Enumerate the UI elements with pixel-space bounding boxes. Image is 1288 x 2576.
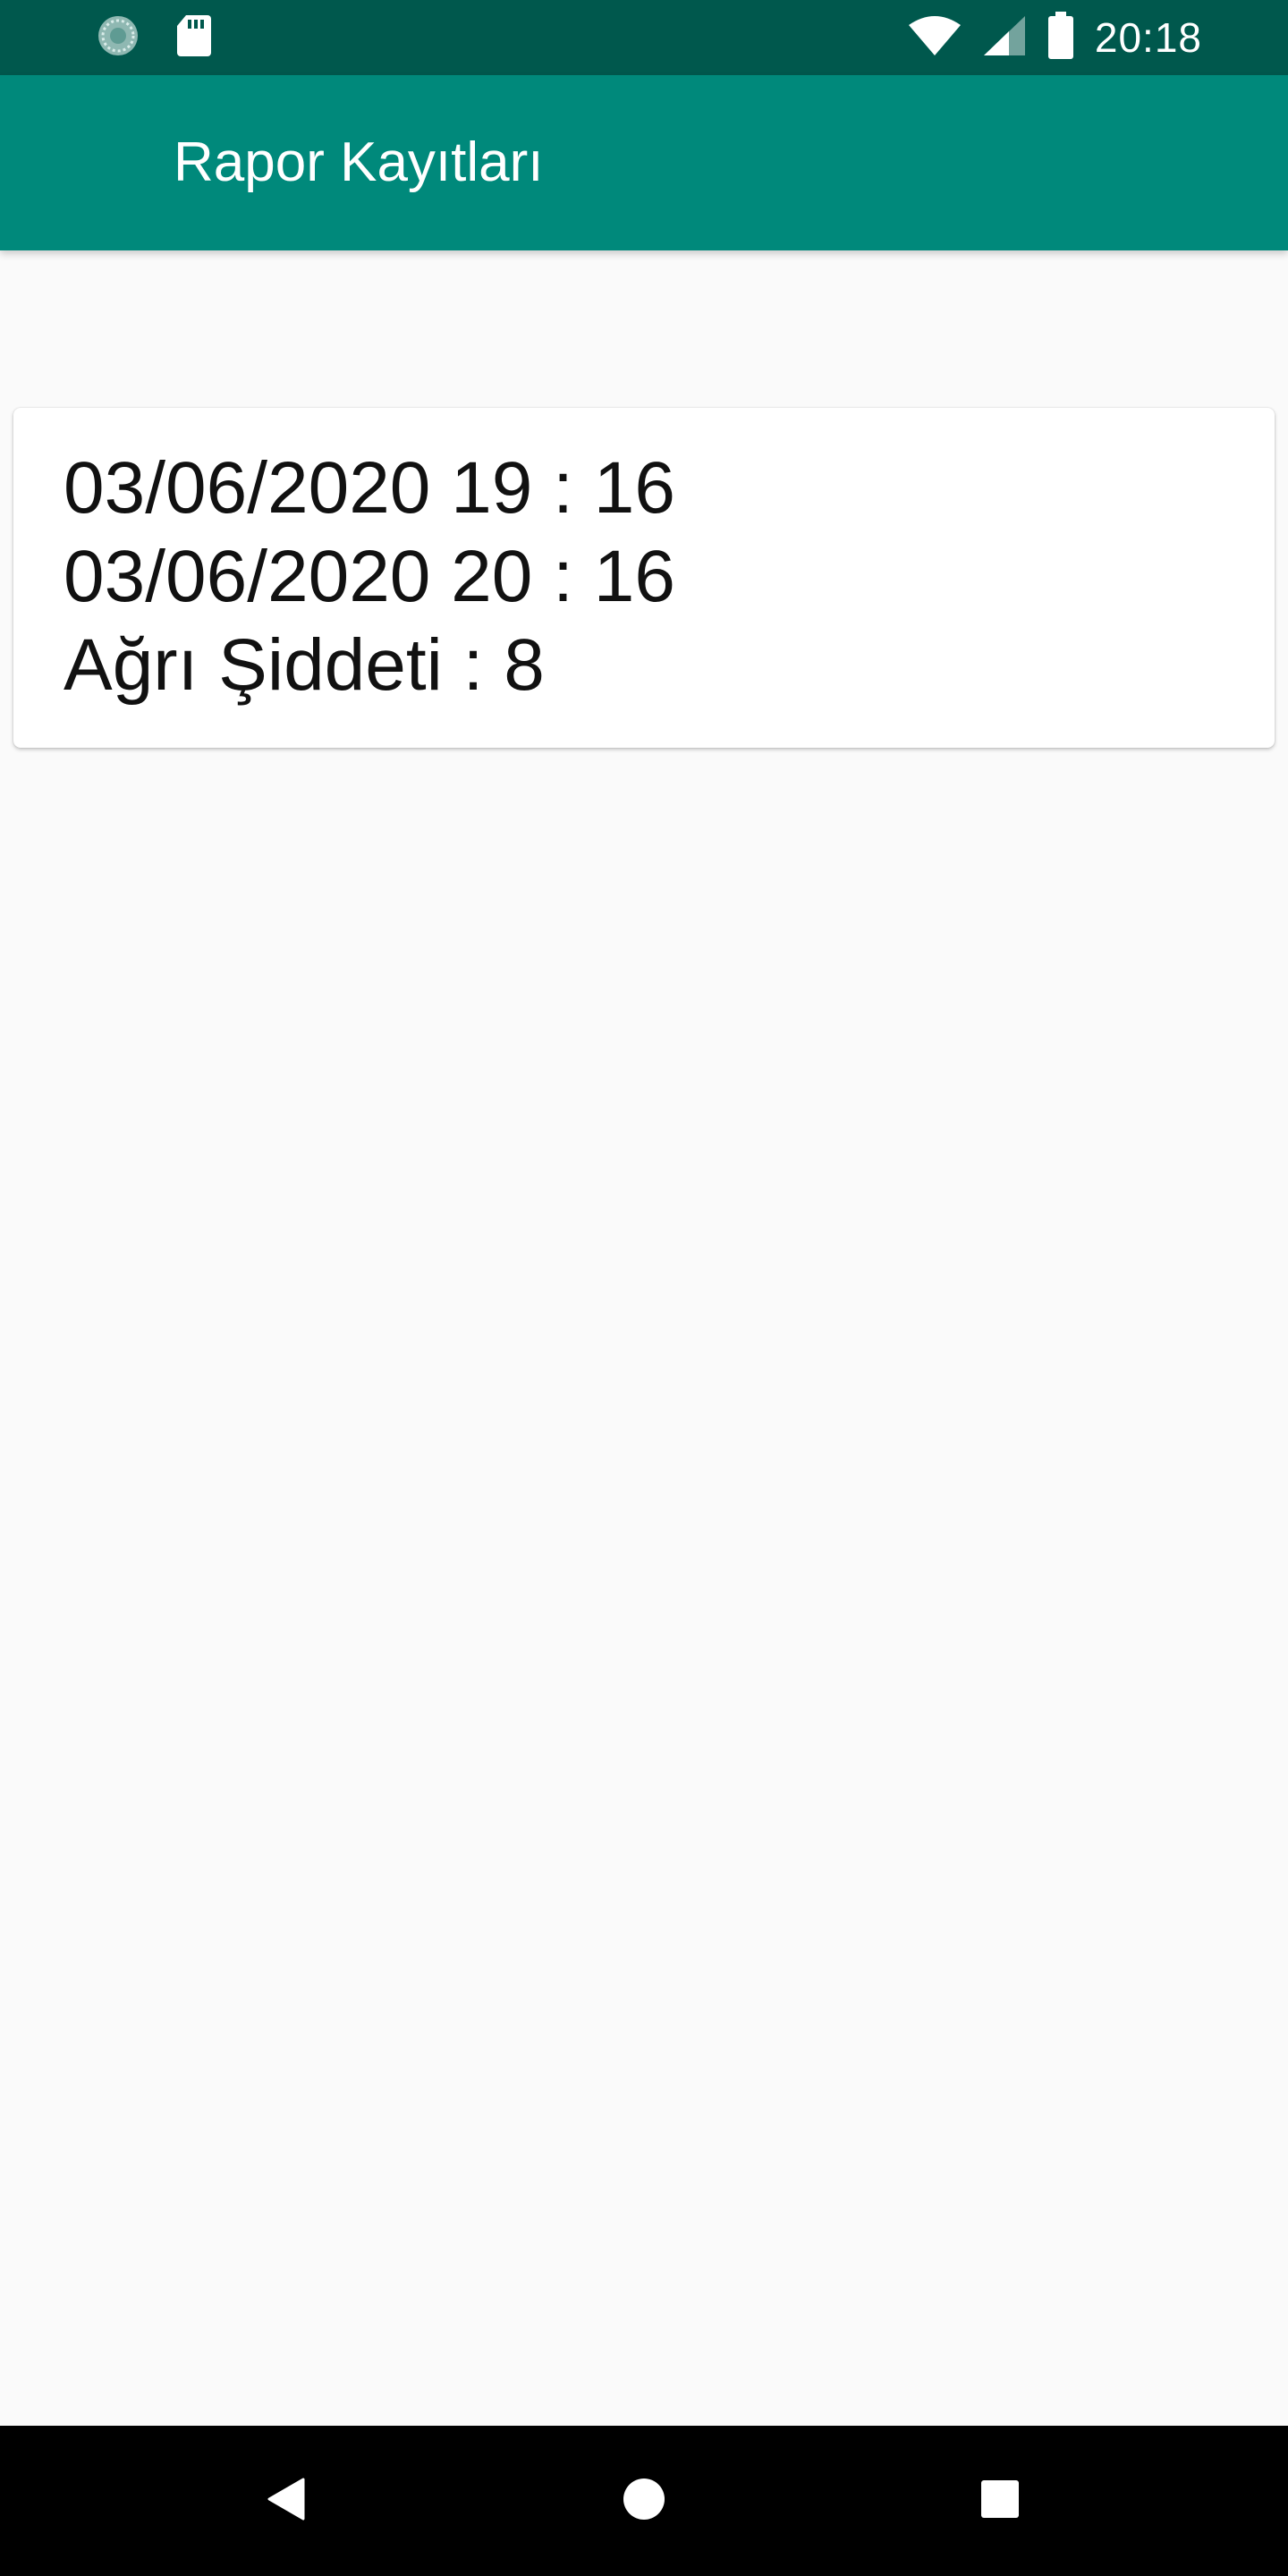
home-button[interactable]	[608, 2465, 680, 2537]
wifi-icon	[907, 14, 962, 62]
signal-icon	[982, 14, 1027, 62]
recents-button[interactable]	[964, 2465, 1036, 2537]
screen: 20:18 Rapor Kayıtları 03/06/2020 19 : 16…	[0, 0, 1288, 2576]
record-card[interactable]: 03/06/2020 19 : 16 03/06/2020 20 : 16 Ağ…	[13, 408, 1275, 748]
battery-icon	[1046, 11, 1075, 64]
recents-icon	[980, 2479, 1020, 2523]
record-pain-severity: Ağrı Şiddeti : 8	[64, 624, 545, 706]
record-start-time: 03/06/2020 19 : 16	[64, 447, 675, 529]
status-system: 20:18	[907, 11, 1202, 64]
sd-card-icon	[175, 13, 213, 63]
page-title: Rapor Kayıtları	[174, 131, 544, 193]
record-card-text: 03/06/2020 19 : 16 03/06/2020 20 : 16 Ağ…	[64, 444, 675, 709]
status-bar: 20:18	[0, 0, 1288, 75]
status-notifications	[95, 14, 213, 61]
home-icon	[622, 2477, 666, 2526]
back-button[interactable]	[250, 2465, 322, 2537]
status-clock: 20:18	[1094, 14, 1202, 61]
record-end-time: 03/06/2020 20 : 16	[64, 536, 675, 617]
records-list[interactable]: 03/06/2020 19 : 16 03/06/2020 20 : 16 Ağ…	[0, 250, 1288, 2426]
back-icon	[266, 2477, 307, 2526]
app-bar: Rapor Kayıtları	[0, 75, 1288, 250]
sync-icon	[95, 13, 141, 64]
navigation-bar	[0, 2426, 1288, 2576]
